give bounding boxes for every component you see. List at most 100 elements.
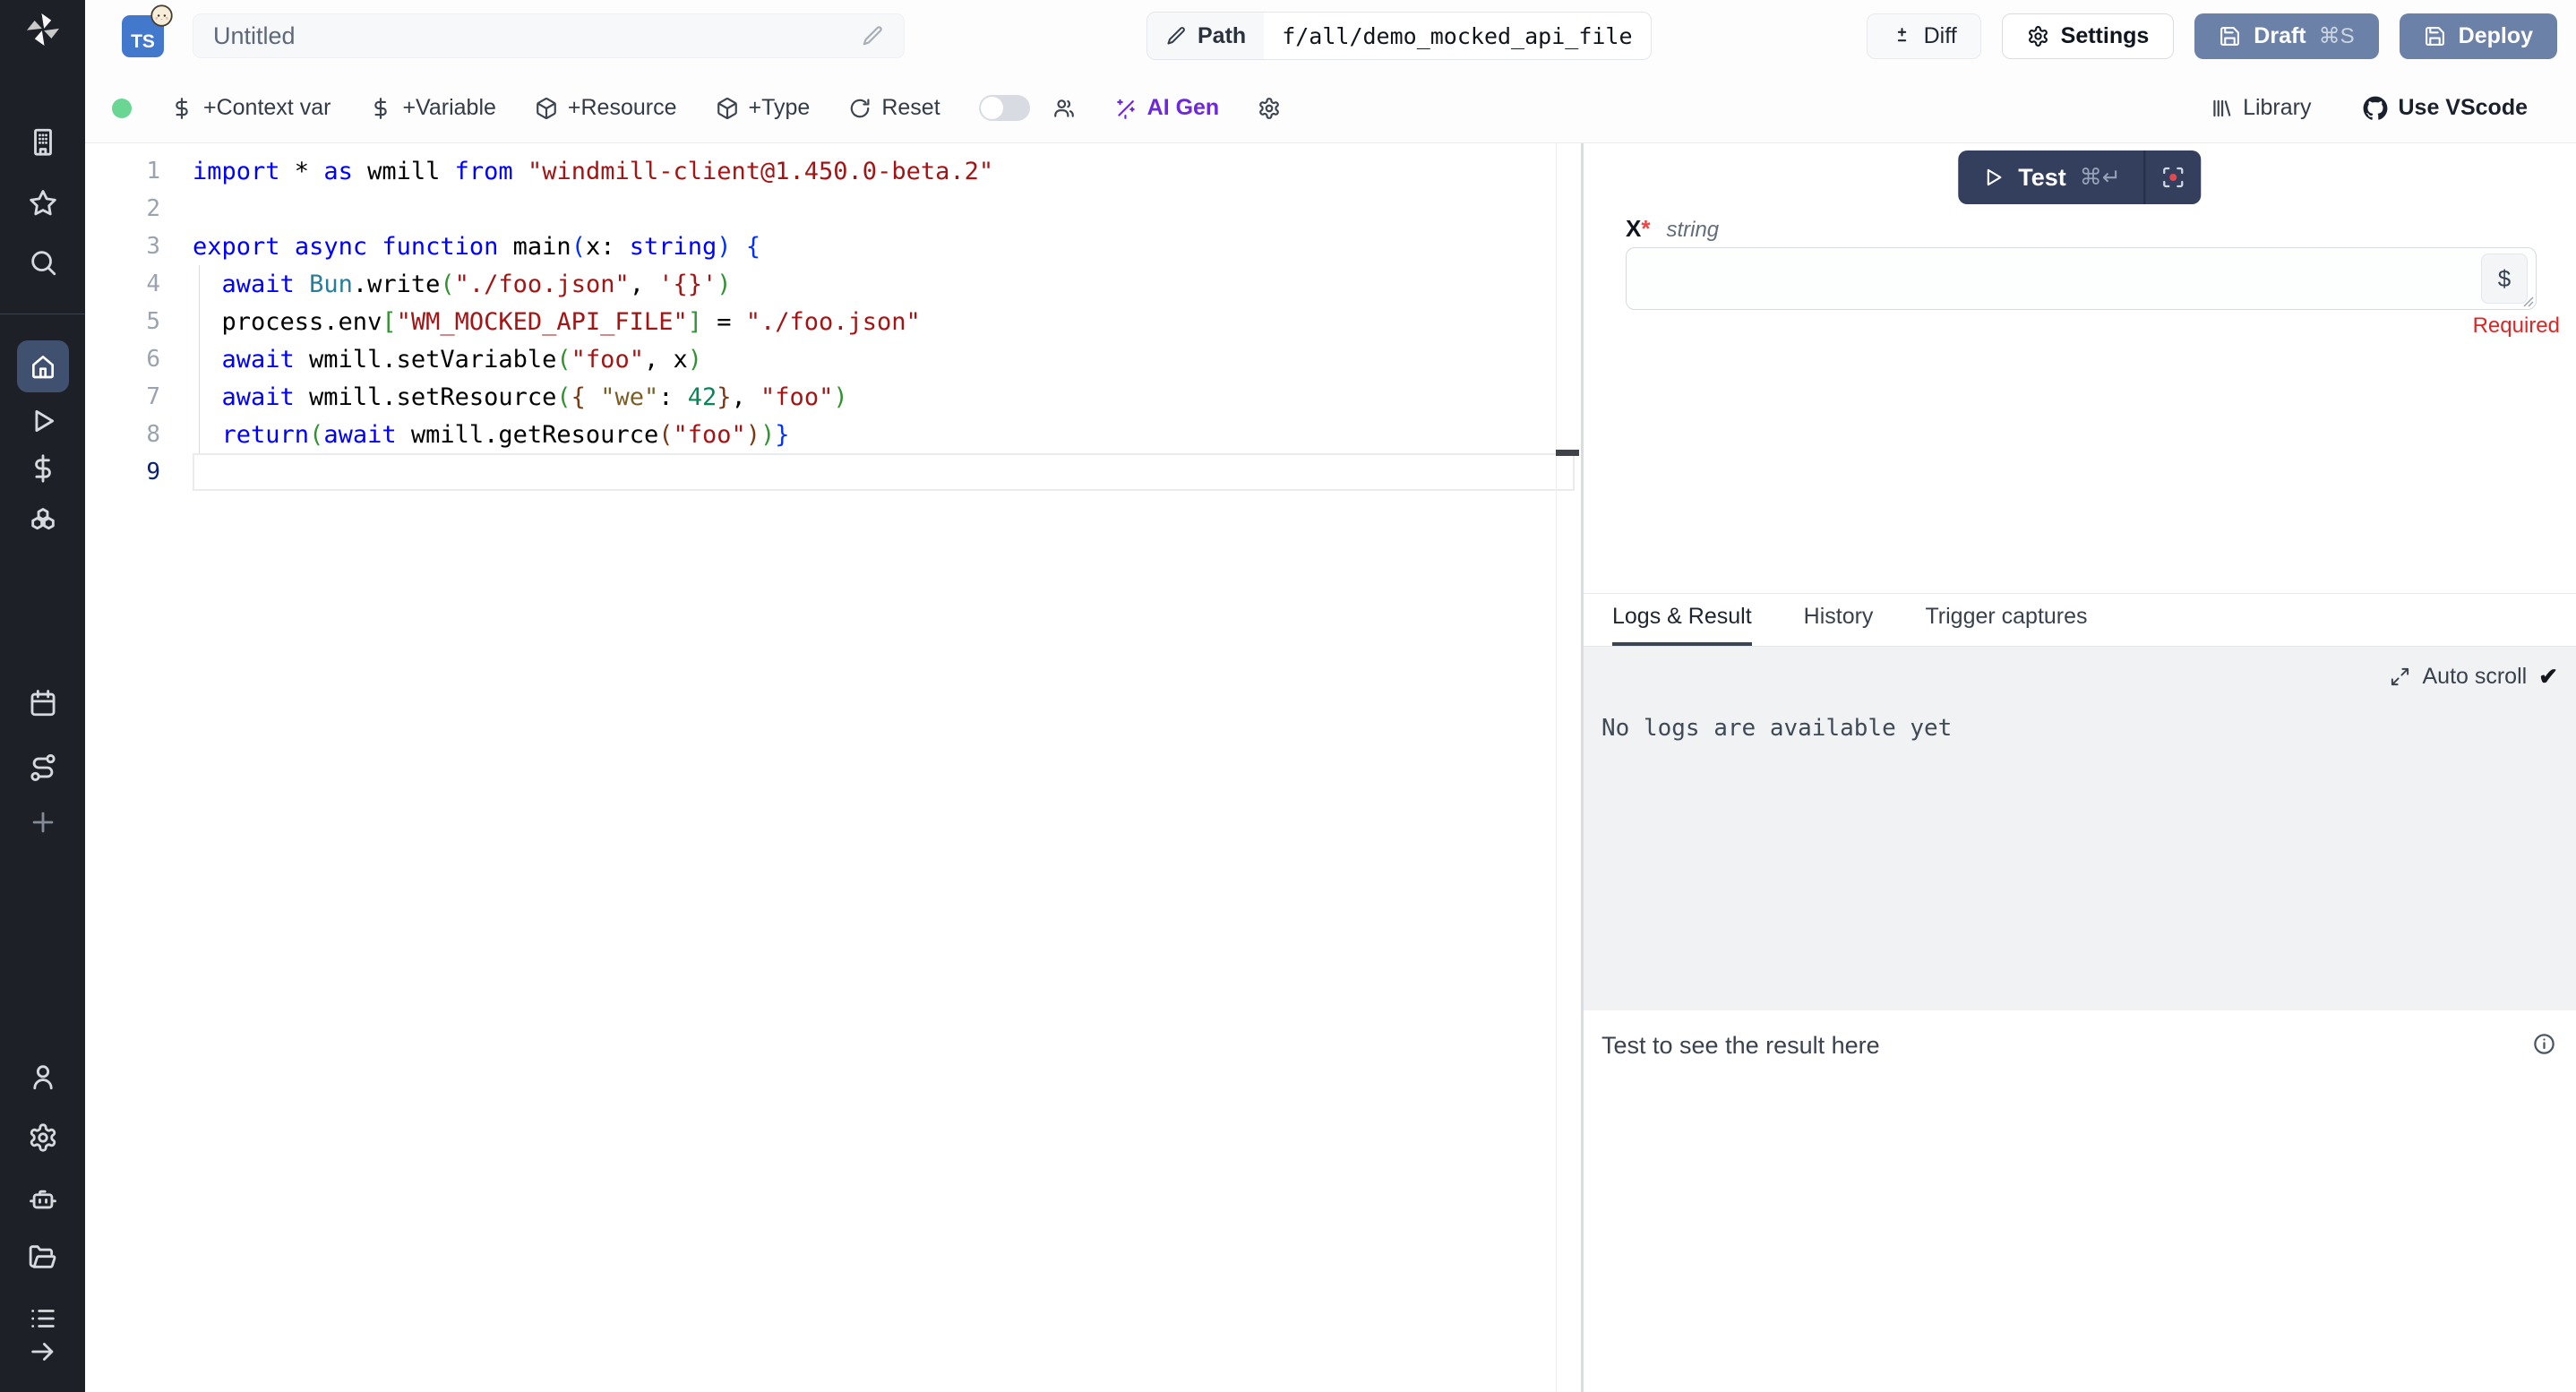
deploy-button[interactable]: Deploy xyxy=(2400,13,2557,59)
arg-label-row: X* string xyxy=(1626,215,1719,243)
add-variable-button[interactable]: +Variable xyxy=(369,95,495,121)
diff-button[interactable]: Diff xyxy=(1867,13,1981,59)
editor-toolbar: +Context var +Variable +Resource +Type R… xyxy=(85,73,2576,143)
code-line-8[interactable]: 8 return(await wmill.getResource("foo"))… xyxy=(85,416,1581,453)
add-type-button[interactable]: +Type xyxy=(716,95,811,121)
code-line-3[interactable]: 3export async function main(x: string) { xyxy=(85,228,1581,265)
code-lines: 1import * as wmill from "windmill-client… xyxy=(85,152,1581,491)
type-label: +Type xyxy=(749,95,811,121)
resize-handle[interactable] xyxy=(2520,293,2534,307)
sidebar-item-schedules[interactable] xyxy=(28,688,58,718)
sidebar xyxy=(0,0,85,1392)
sidebar-item-settings[interactable] xyxy=(28,1122,58,1153)
indent-guide xyxy=(199,265,200,453)
expand-icon[interactable] xyxy=(2390,666,2410,687)
plus-icon xyxy=(28,807,58,838)
x-input[interactable]: $ xyxy=(1626,247,2537,310)
test-button-group: Test ⌘↵ xyxy=(1958,150,2201,204)
code-line-1[interactable]: 1import * as wmill from "windmill-client… xyxy=(85,152,1581,190)
code-line-9[interactable]: 9 xyxy=(85,453,1581,491)
robot-icon xyxy=(28,1183,58,1214)
code-editor[interactable]: 1import * as wmill from "windmill-client… xyxy=(85,143,1581,1392)
logs-empty-message: No logs are available yet xyxy=(1601,715,1952,742)
sidebar-expand-button[interactable] xyxy=(28,1336,58,1367)
sidebar-item-home[interactable] xyxy=(17,340,69,392)
calendar-icon xyxy=(28,688,58,718)
workspace-building-icon[interactable] xyxy=(28,126,58,157)
gear-icon xyxy=(28,1122,58,1153)
sidebar-item-variables[interactable] xyxy=(28,453,58,484)
package-icon xyxy=(716,97,739,120)
draft-button[interactable]: Draft ⌘S xyxy=(2194,13,2378,59)
sidebar-item-account[interactable] xyxy=(28,1061,58,1092)
use-vscode-label: Use VScode xyxy=(2398,95,2528,121)
sidebar-item-runs[interactable] xyxy=(28,406,58,436)
user-icon xyxy=(28,1061,58,1092)
variable-label: +Variable xyxy=(402,95,495,121)
arg-name: X* xyxy=(1626,215,1650,243)
result-panel: Test to see the result here xyxy=(1584,1010,2576,1392)
sidebar-item-ai[interactable] xyxy=(28,1183,58,1214)
editor-settings-button[interactable] xyxy=(1258,97,1281,120)
info-icon[interactable] xyxy=(2532,1032,2556,1056)
capture-test-button[interactable] xyxy=(2146,150,2202,204)
use-vscode-button[interactable]: Use VScode xyxy=(2363,95,2528,121)
code-line-7[interactable]: 7 await wmill.setResource({ "we": 42}, "… xyxy=(85,378,1581,416)
sidebar-item-folders[interactable] xyxy=(28,1242,58,1272)
sidebar-item-resources[interactable] xyxy=(28,506,58,537)
dollar-sign-icon xyxy=(170,97,193,120)
bun-runtime-icon xyxy=(150,4,174,28)
library-icon xyxy=(2210,97,2233,120)
toggle-knob xyxy=(981,97,1003,119)
diff-label: Diff xyxy=(1924,23,1957,49)
result-placeholder-message: Test to see the result here xyxy=(1601,1032,1880,1060)
add-context-var-button[interactable]: +Context var xyxy=(170,95,331,121)
line-number: 5 xyxy=(85,308,193,335)
collaborators-button[interactable] xyxy=(1052,97,1076,120)
required-label: Required xyxy=(2473,314,2560,339)
favorites-star-icon[interactable] xyxy=(28,188,58,219)
code-line-6[interactable]: 6 await wmill.setVariable("foo", x) xyxy=(85,340,1581,378)
search-icon[interactable] xyxy=(28,247,58,278)
checkmark-icon[interactable]: ✔ xyxy=(2538,663,2558,691)
auto-scroll-label: Auto scroll xyxy=(2422,664,2527,690)
code-line-2[interactable]: 2 xyxy=(85,190,1581,228)
sidebar-add-button[interactable] xyxy=(28,807,58,838)
boxes-icon xyxy=(28,506,58,537)
ai-gen-button[interactable]: AI Gen xyxy=(1114,95,1220,121)
code-line-5[interactable]: 5 process.env["WM_MOCKED_API_FILE"] = ".… xyxy=(85,303,1581,340)
reset-button[interactable]: Reset xyxy=(848,95,940,121)
path-label-section[interactable]: Path xyxy=(1147,13,1264,59)
test-button[interactable]: Test ⌘↵ xyxy=(1958,150,2143,204)
windmill-logo-icon[interactable] xyxy=(22,9,64,50)
script-title: Untitled xyxy=(213,22,861,50)
line-number: 1 xyxy=(85,158,193,185)
auto-scroll-control[interactable]: Auto scroll ✔ xyxy=(2390,663,2558,691)
sidebar-item-triggers[interactable] xyxy=(28,752,58,783)
edit-pencil-icon[interactable] xyxy=(861,24,884,47)
tab-trigger-captures[interactable]: Trigger captures xyxy=(1925,604,2087,646)
library-button[interactable]: Library xyxy=(2210,95,2311,121)
path-label: Path xyxy=(1198,23,1246,49)
collab-toggle[interactable] xyxy=(979,95,1030,121)
line-number: 4 xyxy=(85,271,193,297)
required-marker: * xyxy=(1641,215,1650,242)
test-shortcut: ⌘↵ xyxy=(2080,164,2121,191)
list-icon xyxy=(28,1303,58,1334)
home-icon xyxy=(29,352,57,381)
sidebar-item-list[interactable] xyxy=(28,1303,58,1334)
path-field[interactable]: Path f/all/demo_mocked_api_file xyxy=(1146,12,1652,60)
logs-panel: Auto scroll ✔ No logs are available yet xyxy=(1584,647,2576,1010)
settings-button[interactable]: Settings xyxy=(2002,13,2175,59)
add-resource-button[interactable]: +Resource xyxy=(535,95,677,121)
rotate-cw-icon xyxy=(848,97,872,120)
save-icon xyxy=(2424,25,2446,47)
tab-history[interactable]: History xyxy=(1804,604,1874,646)
tab-logs-result[interactable]: Logs & Result xyxy=(1612,604,1752,646)
arg-type: string xyxy=(1666,218,1719,243)
library-label: Library xyxy=(2243,95,2311,121)
arrow-right-icon xyxy=(28,1336,58,1367)
path-value[interactable]: f/all/demo_mocked_api_file xyxy=(1264,13,1650,59)
script-title-field[interactable]: Untitled xyxy=(193,13,905,58)
code-line-4[interactable]: 4 await Bun.write("./foo.json", '{}') xyxy=(85,265,1581,303)
